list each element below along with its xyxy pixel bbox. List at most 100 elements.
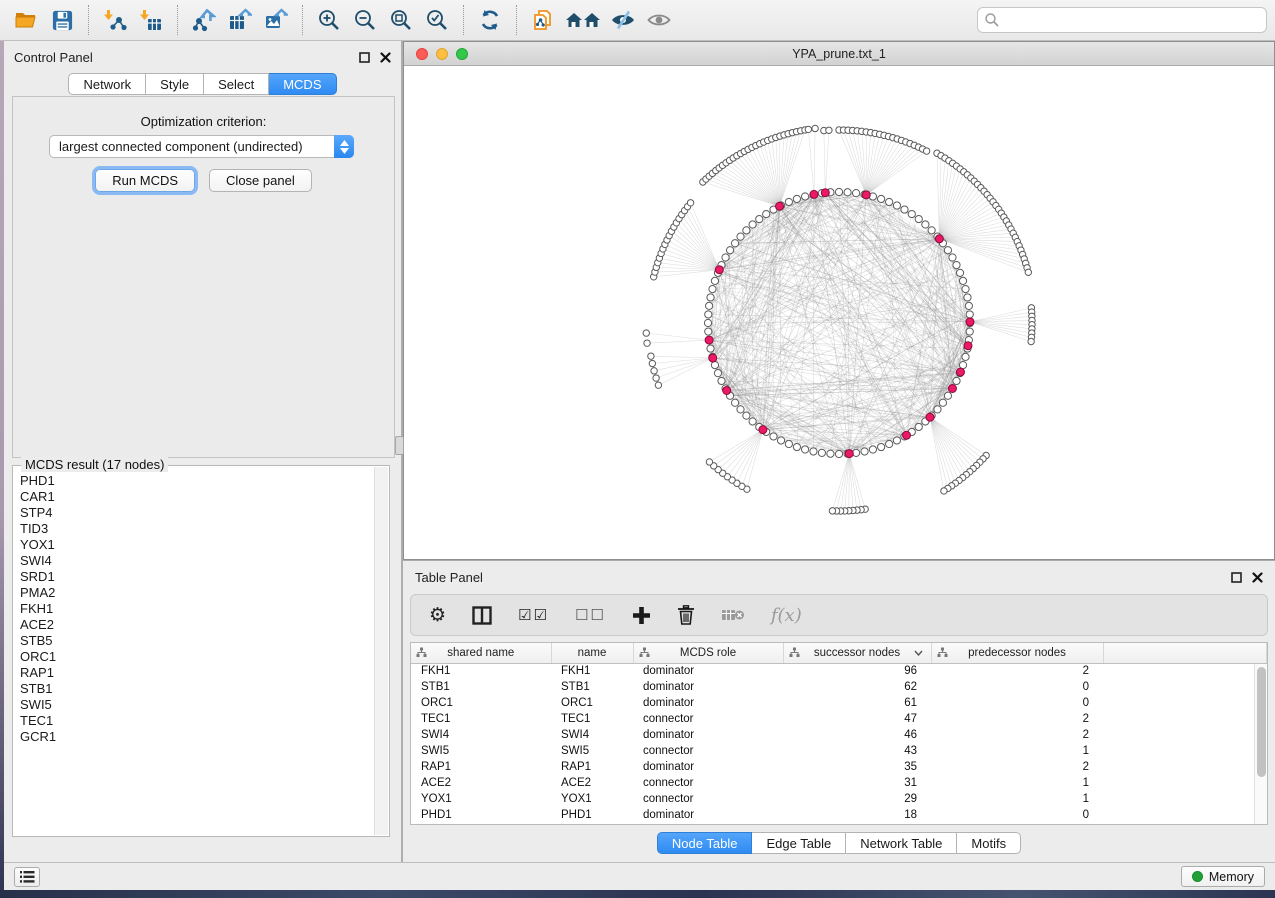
network-node[interactable] [749, 221, 756, 228]
network-node[interactable] [653, 375, 659, 381]
mcds-dominator-node[interactable] [821, 189, 829, 197]
column-header-successor-nodes[interactable]: successor nodes [783, 643, 931, 663]
network-node[interactable] [810, 448, 817, 455]
network-node[interactable] [893, 437, 900, 444]
network-node[interactable] [707, 294, 714, 301]
mcds-result-item[interactable]: RAP1 [20, 665, 374, 681]
network-node[interactable] [785, 198, 792, 205]
network-node[interactable] [818, 449, 825, 456]
mcds-dominator-node[interactable] [966, 318, 974, 326]
export-network-button[interactable] [186, 3, 222, 37]
network-node[interactable] [962, 285, 969, 292]
add-column-icon[interactable] [632, 606, 651, 625]
network-node[interactable] [731, 399, 738, 406]
table-row[interactable]: YOX1YOX1connector291 [411, 791, 1267, 807]
network-node[interactable] [922, 221, 929, 228]
network-node[interactable] [928, 227, 935, 234]
network-node[interactable] [705, 311, 712, 318]
show-panel-list-button[interactable] [14, 867, 40, 887]
memory-button[interactable]: Memory [1181, 866, 1265, 887]
tab-motifs[interactable]: Motifs [957, 832, 1021, 854]
table-scrollbar[interactable] [1254, 664, 1267, 824]
network-node[interactable] [726, 247, 733, 254]
table-scrollbar-thumb[interactable] [1257, 667, 1266, 777]
network-node[interactable] [915, 215, 922, 222]
mcds-dominator-node[interactable] [810, 190, 818, 198]
delete-column-icon[interactable] [677, 605, 695, 625]
criterion-dropdown[interactable]: largest connected component (undirected) [49, 135, 354, 158]
network-node[interactable] [953, 377, 960, 384]
network-node[interactable] [944, 247, 951, 254]
network-node[interactable] [966, 328, 973, 335]
mcds-result-item[interactable]: STB5 [20, 633, 374, 649]
network-node[interactable] [878, 195, 885, 202]
table-row[interactable]: STB1STB1dominator620 [411, 679, 1267, 695]
refresh-button[interactable] [472, 3, 508, 37]
network-node[interactable] [655, 382, 661, 388]
network-node[interactable] [706, 302, 713, 309]
network-node[interactable] [852, 190, 859, 197]
mcds-dominator-node[interactable] [705, 336, 713, 344]
mcds-result-item[interactable]: SWI5 [20, 697, 374, 713]
mcds-dominator-node[interactable] [709, 354, 717, 362]
network-node[interactable] [956, 269, 963, 276]
network-node[interactable] [861, 448, 868, 455]
tab-network[interactable]: Network [68, 73, 146, 95]
mcds-result-item[interactable]: STB1 [20, 681, 374, 697]
network-window-titlebar[interactable]: YPA_prune.txt_1 [404, 42, 1274, 66]
network-node[interactable] [1025, 269, 1031, 275]
network-node[interactable] [731, 240, 738, 247]
mcds-dominator-node[interactable] [723, 386, 731, 394]
float-panel-icon[interactable] [359, 52, 370, 63]
network-node[interactable] [893, 202, 900, 209]
network-node[interactable] [923, 148, 929, 154]
mcds-dominator-node[interactable] [956, 368, 964, 376]
mcds-result-item[interactable]: ORC1 [20, 649, 374, 665]
mcds-result-item[interactable]: PHD1 [20, 473, 374, 489]
mcds-result-item[interactable]: GCR1 [20, 729, 374, 745]
mcds-result-list[interactable]: PHD1CAR1STP4TID3YOX1SWI4SRD1PMA2FKH1ACE2… [14, 469, 374, 835]
network-node[interactable] [869, 446, 876, 453]
network-node[interactable] [770, 433, 777, 440]
table-row[interactable]: SWI5SWI5connector431 [411, 743, 1267, 759]
network-node[interactable] [763, 210, 770, 217]
table-row[interactable]: FKH1FKH1dominator962 [411, 663, 1267, 679]
table-row[interactable]: SWI4SWI4dominator462 [411, 727, 1267, 743]
network-node[interactable] [965, 302, 972, 309]
column-header-name[interactable]: name [551, 643, 633, 663]
network-node[interactable] [964, 294, 971, 301]
mcds-result-item[interactable]: SRD1 [20, 569, 374, 585]
network-node[interactable] [827, 450, 834, 457]
network-node[interactable] [711, 277, 718, 284]
table-row[interactable]: ACE2ACE2connector311 [411, 775, 1267, 791]
mcds-dominator-node[interactable] [926, 413, 934, 421]
network-node[interactable] [743, 412, 750, 419]
select-all-columns-icon[interactable]: ☑☑ [518, 608, 549, 623]
network-node[interactable] [878, 443, 885, 450]
mcds-result-item[interactable]: FKH1 [20, 601, 374, 617]
tab-select[interactable]: Select [204, 73, 269, 95]
network-node[interactable] [687, 200, 693, 206]
mcds-dominator-node[interactable] [948, 385, 956, 393]
export-table-button[interactable] [222, 3, 258, 37]
network-node[interactable] [941, 488, 947, 494]
network-node[interactable] [801, 193, 808, 200]
network-node[interactable] [643, 330, 649, 336]
network-node[interactable] [793, 443, 800, 450]
network-node[interactable] [651, 368, 657, 374]
network-node[interactable] [793, 195, 800, 202]
open-session-button[interactable] [8, 3, 44, 37]
network-node[interactable] [944, 392, 951, 399]
mcds-dominator-node[interactable] [715, 266, 723, 274]
mcds-dominator-node[interactable] [862, 191, 870, 199]
network-node[interactable] [844, 189, 851, 196]
unselect-all-columns-icon[interactable]: ☐☐ [575, 608, 606, 623]
settings-gear-icon[interactable]: ⚙ [429, 606, 446, 625]
export-image-button[interactable] [258, 3, 294, 37]
zoom-in-button[interactable] [311, 3, 347, 37]
tab-edge-table[interactable]: Edge Table [752, 832, 846, 854]
mcds-result-item[interactable]: YOX1 [20, 537, 374, 553]
network-node[interactable] [777, 437, 784, 444]
network-node[interactable] [812, 125, 818, 131]
mcds-result-item[interactable]: TID3 [20, 521, 374, 537]
